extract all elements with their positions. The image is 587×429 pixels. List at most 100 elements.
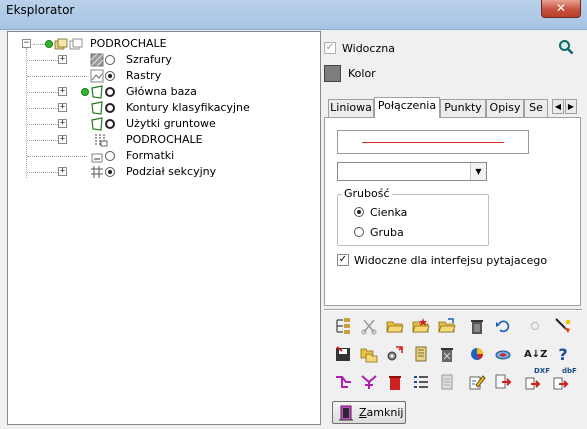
visibility-radio[interactable]: [105, 119, 115, 129]
clear-icon[interactable]: [436, 345, 458, 365]
list-icon[interactable]: [410, 373, 432, 393]
tree-root-label[interactable]: PODROCHALE: [90, 37, 167, 50]
sort-az-icon[interactable]: A↓Z: [524, 345, 547, 365]
line-sample: [362, 142, 504, 143]
delete-red-icon[interactable]: [384, 373, 406, 393]
visibility-radio[interactable]: [105, 103, 115, 113]
tree-connector: [27, 124, 58, 125]
query-visible-label: Widoczne dla interfejsu pytajacego: [354, 254, 548, 267]
tree-item-label[interactable]: Podział sekcyjny: [126, 165, 216, 178]
trash-icon[interactable]: [466, 317, 488, 337]
circle-icon[interactable]: [524, 317, 546, 337]
tab-polaczenia[interactable]: Połączenia: [374, 97, 440, 118]
help-icon[interactable]: ?: [552, 345, 574, 365]
tree-item-label[interactable]: Główna baza: [126, 85, 197, 98]
open-folder-icon[interactable]: [384, 317, 406, 337]
branch-icon[interactable]: [332, 373, 354, 393]
tree-item-szrafury[interactable]: + Szrafury: [8, 52, 308, 68]
line-style-combo[interactable]: ▼: [337, 162, 487, 181]
thickness-title: Grubość: [342, 187, 392, 200]
properties-panel: ✓ Widoczna Kolor Liniowa Połączenia Punk…: [324, 31, 582, 427]
tab-opisy[interactable]: Opisy: [486, 99, 524, 117]
tab-punkty[interactable]: Punkty: [440, 99, 486, 117]
calculator-icon[interactable]: [436, 373, 458, 393]
tree-expand-toggle[interactable]: +: [58, 87, 67, 96]
branch-alt-icon[interactable]: [358, 373, 380, 393]
tree-connector: [27, 156, 87, 157]
tree-root-row[interactable]: − PODROCHALE: [8, 36, 308, 52]
thick-radio[interactable]: [354, 227, 364, 237]
export-dxf-icon[interactable]: DXF: [524, 367, 550, 393]
tree-item-label[interactable]: Formatki: [126, 149, 174, 162]
tree-expand-toggle[interactable]: +: [58, 167, 67, 176]
tree-connector: [27, 92, 58, 93]
tree-item-formatki[interactable]: Formatki: [8, 148, 308, 164]
raster-image-icon: [90, 69, 104, 83]
grid-icon: [91, 166, 103, 178]
tab-se[interactable]: Se: [524, 99, 548, 117]
undo-icon[interactable]: [492, 317, 514, 337]
visibility-radio[interactable]: [105, 55, 115, 65]
thin-label: Cienka: [370, 206, 408, 219]
thin-radio[interactable]: [354, 207, 364, 217]
close-button[interactable]: Zamknij: [332, 401, 406, 424]
toolbar: A↓Z ? DXF dbF: [324, 313, 582, 397]
tree-item-glowna-baza[interactable]: + Główna baza: [8, 84, 308, 100]
visibility-radio[interactable]: [105, 151, 115, 161]
tree-item-rastry[interactable]: Rastry: [8, 68, 308, 84]
stack-icon[interactable]: [410, 345, 432, 365]
title-bar: Eksplorator ✕: [0, 0, 587, 30]
tree-item-label[interactable]: Kontury klasyfikacyjne: [126, 101, 250, 114]
tree-connector: [27, 60, 58, 61]
tree-expand-toggle[interactable]: +: [58, 135, 67, 144]
visible-checkbox[interactable]: ✓: [324, 42, 336, 54]
copy-folder-icon[interactable]: [358, 345, 380, 365]
tree-item-uzytki[interactable]: + Użytki gruntowe: [8, 116, 308, 132]
query-visible-checkbox[interactable]: ✓: [337, 254, 349, 266]
polygon-layer-icon: [91, 101, 103, 115]
export-dbf-icon[interactable]: dbF: [552, 367, 577, 393]
document-grid-icon: [95, 134, 108, 147]
visibility-radio[interactable]: [105, 71, 115, 81]
export-icon[interactable]: [492, 373, 514, 393]
hatch-layers-icon: [90, 53, 104, 67]
tree-connector: [27, 76, 87, 77]
tree-item-label[interactable]: PODROCHALE: [126, 133, 203, 146]
tab-scroll-left-icon[interactable]: ◀: [552, 99, 564, 114]
visibility-radio[interactable]: [105, 87, 115, 97]
dbf-label: dbF: [562, 367, 577, 375]
open-folder-arrow-icon[interactable]: [436, 317, 458, 337]
pie-icon[interactable]: [466, 345, 488, 365]
window-close-button[interactable]: ✕: [541, 0, 581, 18]
close-button-label: Zamknij: [359, 406, 404, 419]
tree-item-label[interactable]: Rastry: [126, 69, 161, 82]
paint-icon[interactable]: [552, 317, 574, 337]
ellipse-icon[interactable]: [492, 345, 514, 365]
tree-connector: [27, 172, 58, 173]
layer-tree[interactable]: − PODROCHALE + Szrafury Rastry + Główna …: [7, 31, 321, 425]
open-folder-star-icon[interactable]: [410, 317, 432, 337]
settings-icon[interactable]: [384, 345, 406, 365]
tree-item-podrochale[interactable]: + PODROCHALE: [8, 132, 308, 148]
line-style-preview[interactable]: [337, 130, 529, 154]
tree-collapse-toggle[interactable]: −: [22, 39, 31, 48]
save-icon[interactable]: [332, 345, 354, 365]
tree-item-podzial[interactable]: + Podział sekcyjny: [8, 164, 308, 180]
edit-icon[interactable]: [466, 373, 488, 393]
zoom-icon[interactable]: [558, 39, 574, 55]
tree-expand-toggle[interactable]: +: [58, 119, 67, 128]
visibility-radio[interactable]: [105, 167, 115, 177]
tree-item-label[interactable]: Szrafury: [126, 53, 172, 66]
layer-tree-icon[interactable]: [332, 317, 354, 337]
tree-item-label[interactable]: Użytki gruntowe: [126, 117, 216, 130]
tree-expand-toggle[interactable]: +: [58, 55, 67, 64]
tree-item-kontury[interactable]: + Kontury klasyfikacyjne: [8, 100, 308, 116]
tree-connector: [27, 108, 58, 109]
tab-liniowa[interactable]: Liniowa: [328, 99, 374, 117]
tab-scroll-right-icon[interactable]: ▶: [565, 99, 577, 114]
tree-expand-toggle[interactable]: +: [58, 103, 67, 112]
scissors-icon[interactable]: [358, 317, 380, 337]
chevron-down-icon[interactable]: ▼: [470, 163, 486, 180]
color-swatch[interactable]: [324, 65, 341, 82]
property-tabs: Liniowa Połączenia Punkty Opisy Se ◀ ▶: [324, 97, 582, 118]
